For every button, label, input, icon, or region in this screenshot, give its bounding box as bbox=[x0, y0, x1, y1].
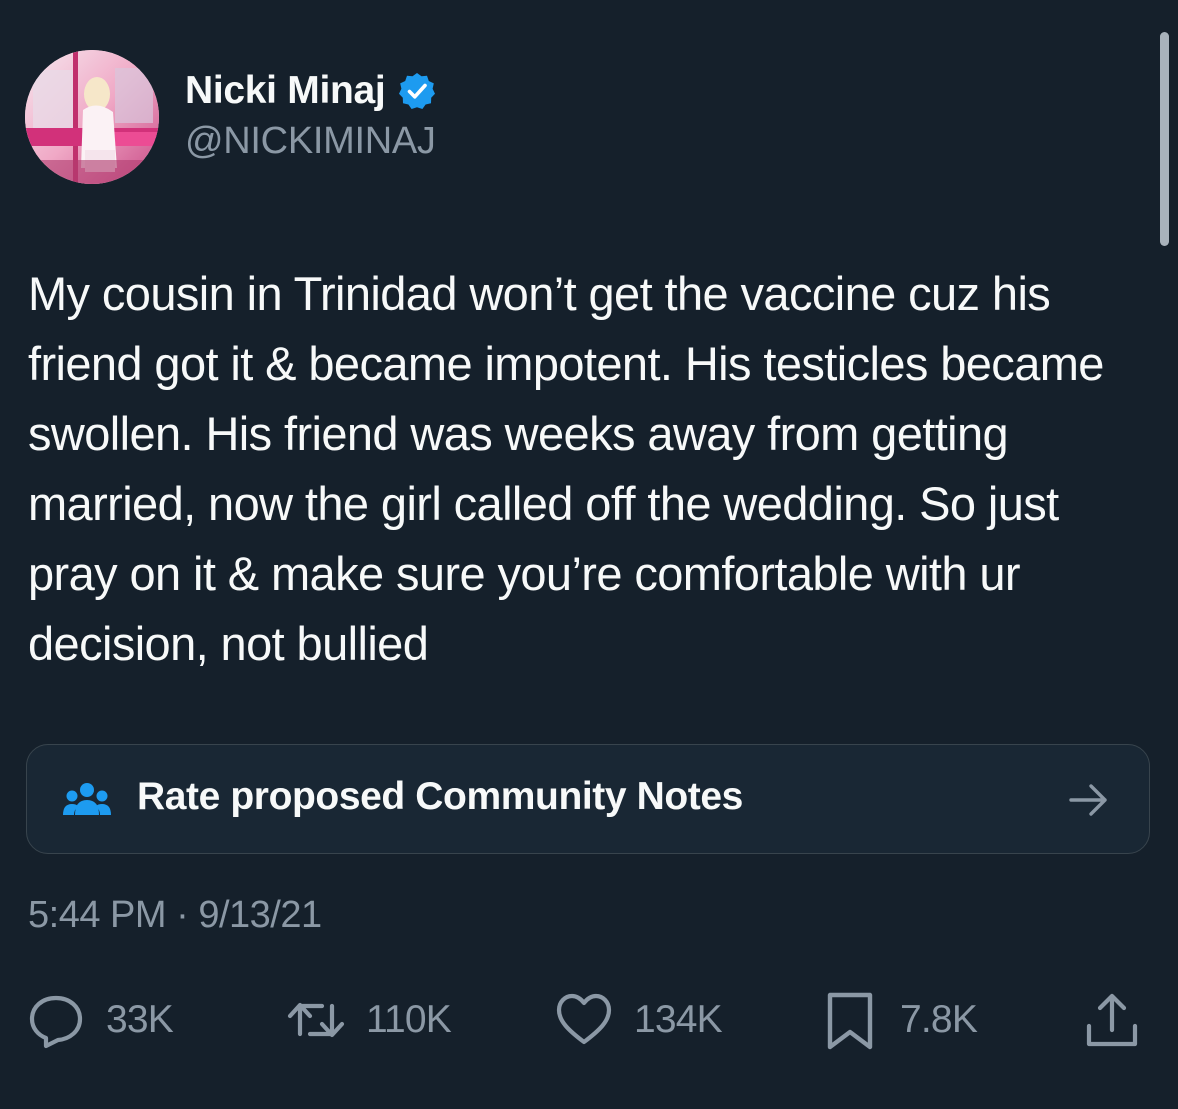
tweet-timestamp[interactable]: 5:44 PM · 9/13/21 bbox=[28, 894, 322, 937]
reply-button[interactable]: 33K bbox=[26, 988, 174, 1052]
retweet-button[interactable]: 110K bbox=[286, 988, 452, 1052]
author-display-name[interactable]: Nicki Minaj bbox=[185, 69, 386, 113]
community-notes-label[interactable]: Rate proposed Community Notes bbox=[137, 775, 743, 819]
arrow-right-icon[interactable] bbox=[1067, 781, 1111, 819]
like-count: 134K bbox=[634, 998, 723, 1041]
community-people-icon bbox=[63, 783, 111, 815]
bookmark-button[interactable]: 7.8K bbox=[820, 988, 978, 1052]
bookmark-count: 7.8K bbox=[900, 998, 978, 1041]
share-button[interactable] bbox=[1082, 988, 1142, 1052]
tweet-date[interactable]: 9/13/21 bbox=[198, 894, 322, 936]
heart-icon bbox=[556, 993, 612, 1045]
share-icon bbox=[1086, 993, 1138, 1047]
timestamp-separator: · bbox=[176, 894, 189, 936]
reply-icon bbox=[29, 995, 83, 1049]
author-handle[interactable]: @NICKIMINAJ bbox=[185, 120, 436, 163]
tweet-text: My cousin in Trinidad won’t get the vacc… bbox=[28, 267, 1104, 670]
tweet-actions-bar: 33K 110K 134K 7.8K bbox=[0, 988, 1178, 1052]
reply-count: 33K bbox=[106, 998, 174, 1041]
tweet-time[interactable]: 5:44 PM bbox=[28, 894, 167, 936]
like-button[interactable]: 134K bbox=[554, 988, 723, 1052]
avatar-image bbox=[25, 50, 159, 184]
bookmark-icon bbox=[827, 992, 873, 1050]
author-name-row[interactable]: Nicki Minaj bbox=[185, 66, 437, 116]
retweet-count: 110K bbox=[366, 998, 452, 1041]
verified-badge-icon bbox=[399, 73, 436, 109]
scrollbar[interactable] bbox=[1160, 32, 1169, 246]
avatar[interactable] bbox=[25, 50, 159, 184]
retweet-icon bbox=[287, 1002, 345, 1038]
community-notes-card[interactable]: Rate proposed Community Notes bbox=[26, 744, 1150, 854]
